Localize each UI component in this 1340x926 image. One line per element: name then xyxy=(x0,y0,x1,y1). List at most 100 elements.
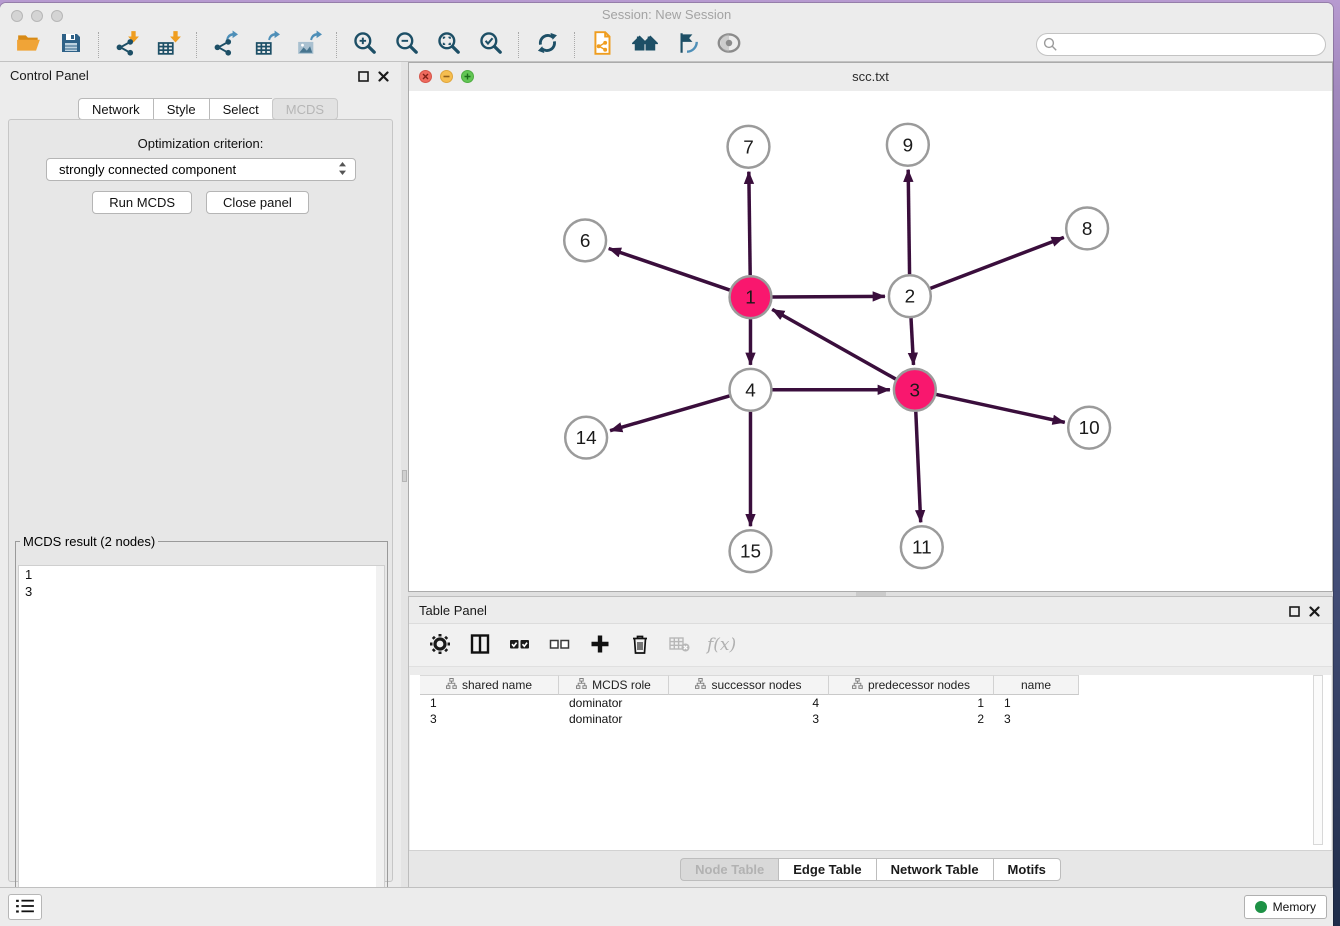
graph-node-14[interactable]: 14 xyxy=(565,417,607,459)
network-graph[interactable]: 1 2 3 4 6 7 8 9 10 11 14 15 xyxy=(409,91,1332,591)
tab-mcds[interactable]: MCDS xyxy=(272,98,338,120)
export-image-button[interactable] xyxy=(294,31,324,59)
memory-label: Memory xyxy=(1273,900,1316,914)
graph-node-4[interactable]: 4 xyxy=(730,369,772,411)
float-panel-icon[interactable] xyxy=(358,69,369,87)
table-cell: 3 xyxy=(994,711,1079,727)
import-network-button[interactable] xyxy=(112,31,142,59)
tab-node-table[interactable]: Node Table xyxy=(680,858,778,881)
memory-button[interactable]: Memory xyxy=(1244,895,1327,919)
graph-edge-3-1[interactable] xyxy=(772,309,896,379)
graph-node-3[interactable]: 3 xyxy=(894,369,936,411)
mcds-result-title: MCDS result (2 nodes) xyxy=(20,534,158,549)
select-all-columns-button[interactable] xyxy=(505,630,535,660)
delete-columns-button[interactable] xyxy=(625,630,655,660)
graph-node-9[interactable]: 9 xyxy=(887,124,929,166)
graph-node-8[interactable]: 8 xyxy=(1066,208,1108,250)
open-session-button[interactable] xyxy=(14,31,44,59)
table-settings-button[interactable] xyxy=(425,630,455,660)
save-session-button[interactable] xyxy=(56,31,86,59)
graph-edge-2-8[interactable] xyxy=(930,237,1064,288)
table-scrollbar[interactable] xyxy=(1313,675,1323,845)
zoom-selected-button[interactable] xyxy=(476,31,506,59)
export-table-button[interactable] xyxy=(252,31,282,59)
tree-icon xyxy=(576,678,587,692)
import-table-button[interactable] xyxy=(154,31,184,59)
vertical-splitter[interactable] xyxy=(401,62,408,888)
graph-edge-4-14[interactable] xyxy=(610,396,729,431)
graph-node-11[interactable]: 11 xyxy=(901,526,943,568)
delete-table-button[interactable] xyxy=(665,630,695,660)
tab-motifs[interactable]: Motifs xyxy=(993,858,1061,881)
unselect-all-columns-button[interactable] xyxy=(545,630,575,660)
create-column-button[interactable] xyxy=(585,630,615,660)
close-panel-icon[interactable] xyxy=(1309,604,1320,622)
tab-style[interactable]: Style xyxy=(153,98,209,120)
graph-node-1[interactable]: 1 xyxy=(730,276,772,318)
graph-node-7[interactable]: 7 xyxy=(728,126,770,168)
search-input[interactable] xyxy=(1036,33,1326,56)
network-canvas[interactable]: 1 2 3 4 6 7 8 9 10 11 14 15 xyxy=(409,91,1332,591)
column-header-name[interactable]: name xyxy=(994,675,1079,695)
splitter-handle[interactable] xyxy=(402,470,407,482)
mcds-result-box: MCDS result (2 nodes) 13 xyxy=(15,534,388,918)
table-toolbar: f(x) xyxy=(409,623,1332,667)
export-network-button[interactable] xyxy=(210,31,240,59)
mcds-result-text[interactable]: 13 xyxy=(18,565,385,915)
graph-edge-3-10[interactable] xyxy=(936,394,1065,422)
graph-node-label: 4 xyxy=(745,380,756,401)
task-history-button[interactable] xyxy=(8,894,42,920)
column-header-predecessor-nodes[interactable]: predecessor nodes xyxy=(829,675,994,695)
zoom-out-button[interactable] xyxy=(392,31,422,59)
graph-edge-3-11[interactable] xyxy=(916,412,921,523)
apply-layout-button[interactable] xyxy=(532,31,562,59)
tab-network-table[interactable]: Network Table xyxy=(876,858,993,881)
close-panel-button[interactable]: Close panel xyxy=(206,191,309,214)
network-file-icon xyxy=(590,30,616,59)
table-row[interactable]: 3dominator323 xyxy=(420,711,1331,727)
network-window-titlebar: scc.txt xyxy=(409,63,1332,92)
optimization-select[interactable]: strongly connected component xyxy=(46,158,356,181)
columns-icon xyxy=(469,633,491,658)
table-row[interactable]: 1dominator411 xyxy=(420,695,1331,711)
table-cell: 1 xyxy=(420,695,559,711)
graph-node-10[interactable]: 10 xyxy=(1068,407,1110,449)
tab-edge-table[interactable]: Edge Table xyxy=(778,858,875,881)
status-bar: Memory xyxy=(0,887,1333,926)
graph-node-label: 9 xyxy=(903,135,914,156)
result-scrollbar[interactable] xyxy=(376,566,384,914)
graph-node-15[interactable]: 15 xyxy=(730,530,772,572)
graph-edge-2-9[interactable] xyxy=(908,170,909,275)
graph-edge-1-6[interactable] xyxy=(609,248,730,290)
window-title: Session: New Session xyxy=(0,7,1333,22)
column-header-shared-name[interactable]: shared name xyxy=(420,675,559,695)
float-panel-icon[interactable] xyxy=(1289,604,1300,622)
graph-node-6[interactable]: 6 xyxy=(564,219,606,261)
table-cell: 3 xyxy=(420,711,559,727)
close-panel-icon[interactable] xyxy=(378,69,389,87)
new-network-button[interactable] xyxy=(588,31,618,59)
column-header-successor-nodes[interactable]: successor nodes xyxy=(669,675,829,695)
tab-select[interactable]: Select xyxy=(209,98,272,120)
function-builder-button[interactable]: f(x) xyxy=(705,630,736,660)
show-columns-button[interactable] xyxy=(465,630,495,660)
zoom-in-button[interactable] xyxy=(350,31,380,59)
show-details-button[interactable] xyxy=(714,31,744,59)
show-all-views-button[interactable] xyxy=(630,31,660,59)
graph-node-2[interactable]: 2 xyxy=(889,275,931,317)
zoom-fit-button[interactable] xyxy=(434,31,464,59)
run-mcds-button[interactable]: Run MCDS xyxy=(92,191,192,214)
control-panel: Control Panel NetworkStyleSelectMCDS Opt… xyxy=(0,62,401,888)
column-header-mcds-role[interactable]: MCDS role xyxy=(559,675,669,695)
control-panel-tabs: NetworkStyleSelectMCDS xyxy=(78,98,338,120)
mcds-panel: Optimization criterion: strongly connect… xyxy=(8,119,393,882)
graph-edge-1-7[interactable] xyxy=(749,172,750,276)
graph-edge-1-2[interactable] xyxy=(772,296,885,297)
graph-edge-2-3[interactable] xyxy=(911,318,913,365)
tab-network[interactable]: Network xyxy=(78,98,153,120)
open-folder-icon xyxy=(16,31,42,58)
hide-style-button[interactable] xyxy=(672,31,702,59)
table-header-row: shared nameMCDS rolesuccessor nodesprede… xyxy=(420,675,1331,695)
table-cell: 3 xyxy=(669,711,829,727)
gear-icon xyxy=(429,633,451,658)
